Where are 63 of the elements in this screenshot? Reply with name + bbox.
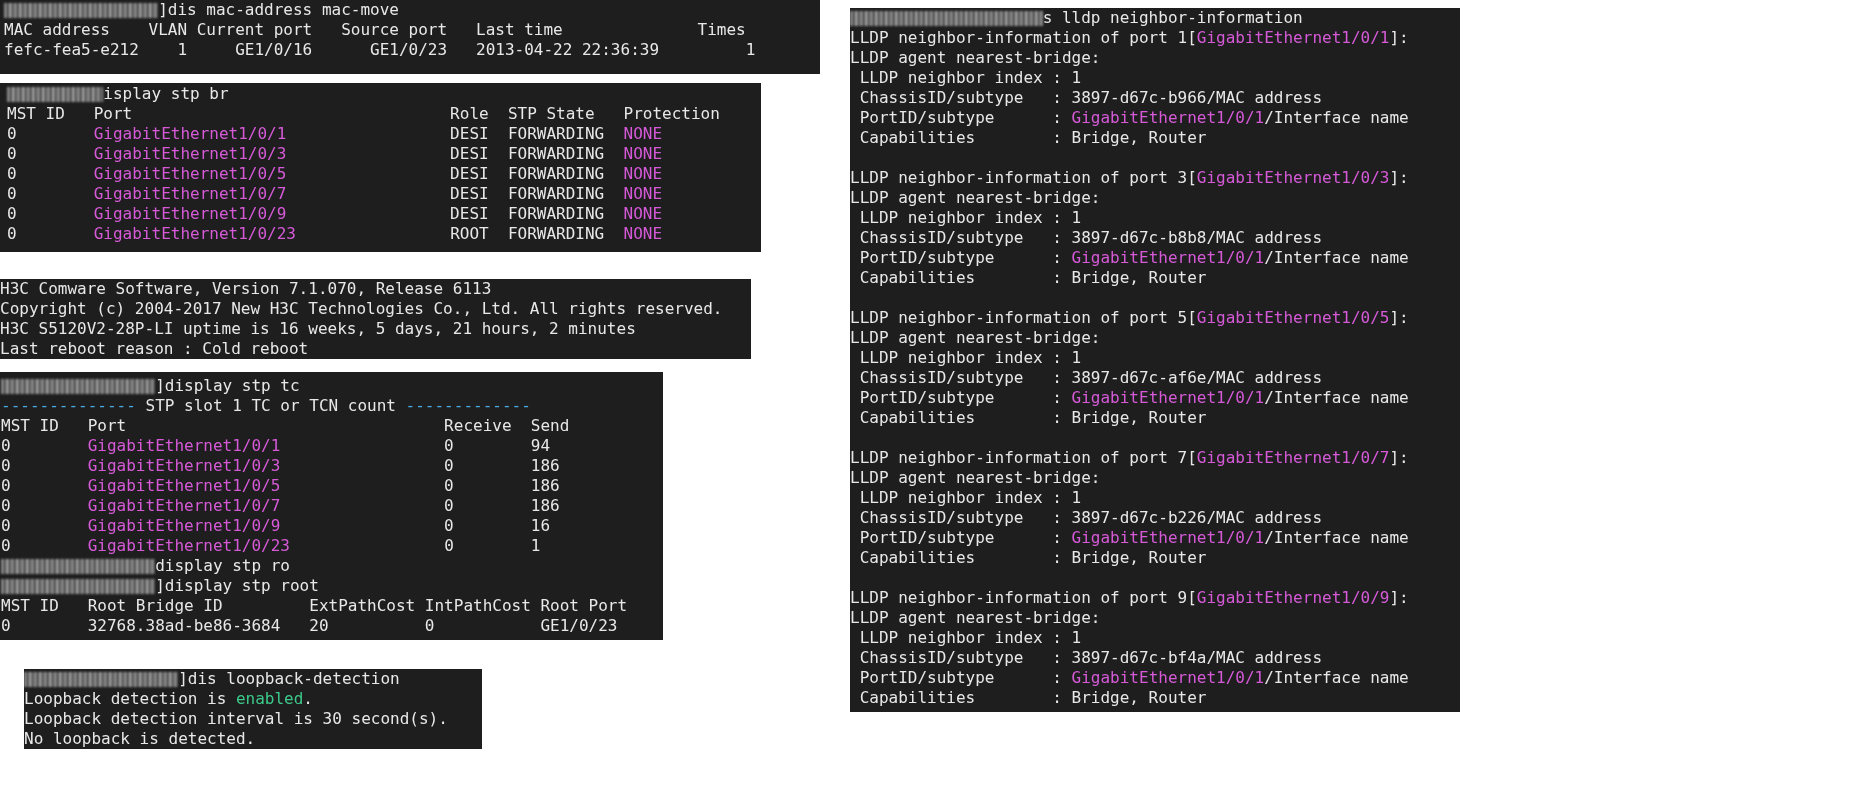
terminal-line: ChassisID/subtype : 3897-d67c-b226/MAC address: [858, 508, 1322, 528]
terminal-line: H3C Comware Software, Version 7.1.070, Release 6113: [0, 279, 492, 299]
terminal-line: Loopback detection is enabled.: [24, 689, 313, 709]
terminal-line: -------------- STP slot 1 TC or TCN count -------------: [1, 396, 531, 416]
terminal-line: 0 GigabitEthernet1/0/7 DESI FORWARDING NONE: [7, 184, 663, 204]
terminal-line: LLDP neighbor-information of port 9[GigabitEthernet1/0/9]:: [850, 588, 1409, 608]
terminal-line: LLDP agent nearest-bridge:: [850, 328, 1101, 348]
terminal-line: LLDP neighbor index : 1: [858, 208, 1082, 228]
terminal-line: 0 GigabitEthernet1/0/7 0 186: [1, 496, 560, 516]
terminal-line: MST ID Port Role STP State Protection: [7, 104, 720, 124]
terminal-line: 0 GigabitEthernet1/0/23 0 1: [1, 536, 541, 556]
terminal-line: 0 GigabitEthernet1/0/3 DESI FORWARDING NONE: [7, 144, 663, 164]
command-text: ]display stp tc: [155, 376, 300, 396]
command-text: ]dis mac-address mac-move: [158, 0, 399, 20]
terminal-line: 0 GigabitEthernet1/0/1 0 94: [1, 436, 551, 456]
terminal-line: 0 GigabitEthernet1/0/5 0 186: [1, 476, 560, 496]
terminal-line: Capabilities : Bridge, Router: [858, 548, 1207, 568]
terminal-line: LLDP neighbor-information of port 5[GigabitEthernet1/0/5]:: [850, 308, 1409, 328]
terminal-line: MST ID Root Bridge ID ExtPathCost IntPathCost Root Port: [1, 596, 628, 616]
terminal-line: PortID/subtype : GigabitEthernet1/0/1/Interface name: [858, 248, 1409, 268]
terminal-line: LLDP neighbor-information of port 3[GigabitEthernet1/0/3]:: [850, 168, 1409, 188]
terminal-line: PortID/subtype : GigabitEthernet1/0/1/Interface name: [858, 528, 1409, 548]
terminal-line: 0 GigabitEthernet1/0/3 0 186: [1, 456, 560, 476]
command-text: display stp ro: [155, 556, 290, 576]
terminal-line: LLDP agent nearest-bridge:: [850, 468, 1101, 488]
terminal-line: Last reboot reason : Cold reboot: [0, 339, 309, 359]
terminal-line: LLDP neighbor index : 1: [858, 628, 1082, 648]
terminal-line: LLDP neighbor index : 1: [858, 348, 1082, 368]
terminal-line: Capabilities : Bridge, Router: [858, 268, 1207, 288]
terminal-line: LLDP neighbor index : 1: [858, 488, 1082, 508]
command-text: s lldp neighbor-information: [1042, 8, 1303, 28]
terminal-line: LLDP agent nearest-bridge:: [850, 188, 1101, 208]
terminal-line: 0 GigabitEthernet1/0/9 DESI FORWARDING NONE: [7, 204, 663, 224]
terminal-line: ChassisID/subtype : 3897-d67c-b966/MAC address: [858, 88, 1322, 108]
terminal-line: LLDP neighbor-information of port 7[GigabitEthernet1/0/7]:: [850, 448, 1409, 468]
terminal-line: fefc-fea5-e212 1 GE1/0/16 GE1/0/23 2013-04-22 22:36:39 1: [4, 40, 756, 60]
terminal-line: Capabilities : Bridge, Router: [858, 688, 1207, 708]
terminal-line: Capabilities : Bridge, Router: [858, 408, 1207, 428]
terminal-line: MST ID Port Receive Send: [1, 416, 570, 436]
terminal-line: LLDP agent nearest-bridge:: [850, 48, 1101, 68]
command-text: ]display stp root: [155, 576, 319, 596]
terminal-line: Loopback detection interval is 30 second(s).: [24, 709, 448, 729]
terminal-line: MAC address VLAN Current port Source port Last time Times: [4, 20, 746, 40]
terminal-line: 0 GigabitEthernet1/0/23 ROOT FORWARDING NONE: [7, 224, 663, 244]
terminal-line: PortID/subtype : GigabitEthernet1/0/1/Interface name: [858, 668, 1409, 688]
terminal-line: LLDP neighbor index : 1: [858, 68, 1082, 88]
terminal-line: ChassisID/subtype : 3897-d67c-bf4a/MAC address: [858, 648, 1322, 668]
terminal-line: 0 32768.38ad-be86-3684 20 0 GE1/0/23: [1, 616, 618, 636]
terminal-line: PortID/subtype : GigabitEthernet1/0/1/Interface name: [858, 108, 1409, 128]
terminal-line: No loopback is detected.: [24, 729, 256, 749]
command-text: ]dis loopback-detection: [178, 669, 400, 689]
terminal-line: 0 GigabitEthernet1/0/9 0 16: [1, 516, 551, 536]
terminal-line: LLDP agent nearest-bridge:: [850, 608, 1101, 628]
terminal-line: PortID/subtype : GigabitEthernet1/0/1/Interface name: [858, 388, 1409, 408]
command-text: isplay stp br: [103, 84, 229, 104]
terminal-line: Copyright (c) 2004-2017 New H3C Technologies Co., Ltd. All rights reserved.: [0, 299, 723, 319]
terminal-line: H3C S5120V2-28P-LI uptime is 16 weeks, 5 days, 21 hours, 2 minutes: [0, 319, 636, 339]
terminal-line: 0 GigabitEthernet1/0/5 DESI FORWARDING NONE: [7, 164, 663, 184]
terminal-line: 0 GigabitEthernet1/0/1 DESI FORWARDING NONE: [7, 124, 663, 144]
terminal-line: ChassisID/subtype : 3897-d67c-b8b8/MAC address: [858, 228, 1322, 248]
terminal-line: Capabilities : Bridge, Router: [858, 128, 1207, 148]
terminal-line: ChassisID/subtype : 3897-d67c-af6e/MAC address: [858, 368, 1322, 388]
terminal-line: LLDP neighbor-information of port 1[GigabitEthernet1/0/1]:: [850, 28, 1409, 48]
